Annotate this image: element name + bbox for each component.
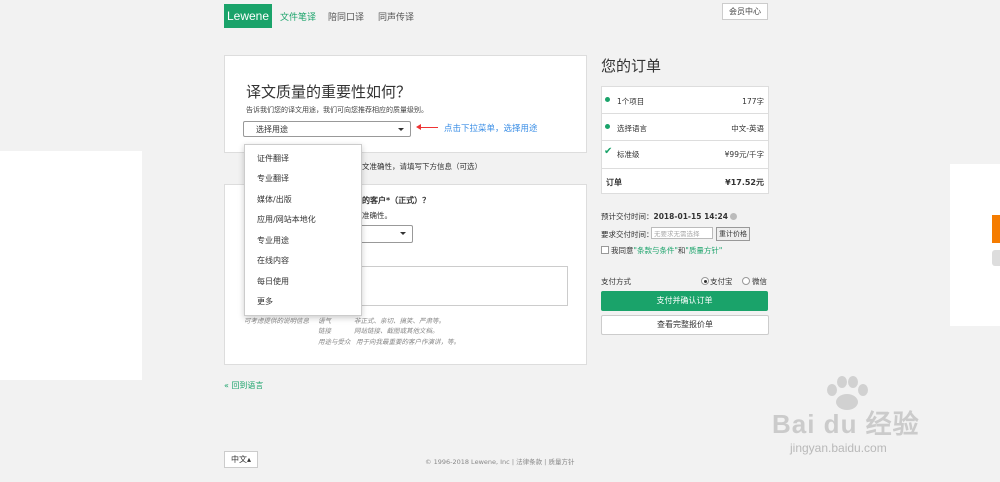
bullet-icon [605, 97, 610, 102]
dropdown-item[interactable]: 每日使用 [257, 276, 289, 287]
audience-question-subtitle: 准确性。 [362, 211, 392, 220]
note-key-audience: 用途与受众 [318, 338, 351, 346]
watermark-text: Bai du 经验 [772, 409, 920, 439]
divider [601, 113, 769, 114]
annotation-arrowhead-icon [416, 124, 421, 130]
wechat-radio[interactable] [742, 277, 750, 285]
bullet-icon [605, 124, 610, 129]
order-total-value: ¥17.52元 [725, 178, 764, 187]
estimated-delivery-label: 预计交付时间： [601, 212, 654, 221]
footer-quality-link[interactable]: 质量方针 [548, 458, 574, 466]
dropdown-item[interactable]: 专业翻译 [257, 173, 289, 184]
back-to-language-link[interactable]: « 回到语言 [224, 380, 263, 391]
view-quote-button[interactable]: 查看完整报价单 [601, 315, 769, 335]
nav-document-translation[interactable]: 文件笔译 [280, 10, 316, 23]
brand-logo[interactable]: Lewene [224, 4, 272, 28]
annotation-hint: 点击下拉菜单，选择用途 [444, 124, 538, 134]
dropdown-item[interactable]: 专业用途 [257, 235, 289, 246]
chevron-down-icon [400, 232, 406, 235]
member-center-button[interactable]: 会员中心 [722, 3, 768, 20]
quality-question-subtitle: 告诉我们您的译文用途，我们可向您推荐相应的质量级别。 [246, 106, 428, 114]
language-switcher[interactable]: 中文▴ [224, 451, 258, 468]
note-value-links: 网站链接、截图或其他文档。 [354, 327, 439, 335]
purpose-select-label: 选择用途 [256, 125, 288, 134]
annotation-arrow-icon [418, 127, 438, 128]
estimated-delivery-value: 2018-01-15 14:24 [653, 212, 728, 221]
order-level-value: ¥99元/千字 [724, 150, 764, 159]
note-value-audience: 用于向我最重要的客户作演讲，等。 [356, 338, 460, 346]
order-total-label: 订单 [606, 178, 622, 187]
purpose-select[interactable]: 选择用途 [243, 121, 411, 137]
checkmark-icon: ✔ [604, 146, 613, 157]
order-level-label: 标准级 [617, 150, 640, 159]
order-title: 您的订单 [601, 57, 662, 75]
dropdown-item[interactable]: 在线内容 [257, 255, 289, 266]
note-value-tone: 非正式、亲切、搞笑、严肃等。 [354, 317, 445, 325]
side-feedback-tab[interactable] [992, 215, 1000, 243]
payment-method-label: 支付方式 [601, 277, 631, 286]
dropdown-item[interactable]: 证件翻译 [257, 153, 289, 164]
divider [601, 140, 769, 141]
order-language-value: 中文-英语 [731, 124, 764, 133]
watermark-url: jingyan.baidu.com [790, 441, 887, 455]
info-icon[interactable] [729, 213, 737, 220]
order-items-label: 1个项目 [617, 97, 645, 106]
instructions-note-label: 可考虑提供的说明信息 [244, 317, 309, 325]
note-key-tone: 语气 [318, 317, 331, 325]
copyright: © 1996-2018 Lewene, Inc [425, 458, 510, 466]
alipay-radio[interactable] [701, 277, 709, 285]
left-side-panel [0, 151, 142, 380]
order-items-value: 177字 [742, 97, 764, 106]
requested-delivery-input[interactable]: 无要求无需选择 [651, 227, 713, 239]
note-key-links: 链接 [318, 327, 331, 335]
agree-text: 我同意"条款与条件"和"质量方针" [611, 245, 722, 256]
estimated-delivery: 预计交付时间：2018-01-15 14:24 [601, 211, 737, 222]
dropdown-item[interactable]: 媒体/出版 [257, 194, 292, 205]
quality-question-title: 译文质量的重要性如何？ [246, 83, 412, 101]
optional-info-line: 文准确性，请填写下方信息（可选） [362, 162, 482, 171]
pay-confirm-button[interactable]: 支付并确认订单 [601, 291, 768, 311]
nav-simultaneous-interpretation[interactable]: 同声传译 [378, 10, 414, 23]
terms-link[interactable]: "条款与条件" [634, 246, 678, 255]
agree-prefix: 我同意 [611, 246, 634, 255]
nav-escort-interpretation[interactable]: 陪同口译 [328, 10, 364, 23]
wechat-label[interactable]: 微信 [752, 276, 767, 287]
footer: © 1996-2018 Lewene, Inc | 法律条款 | 质量方针 [425, 458, 575, 466]
instructions-textarea[interactable] [361, 266, 568, 306]
order-language-label: 选择语言 [617, 124, 647, 133]
recalculate-button[interactable]: 重计价格 [716, 227, 750, 241]
chevron-down-icon [398, 128, 404, 131]
requested-delivery-label: 要求交付时间： [601, 230, 654, 239]
quality-card [224, 55, 587, 153]
quality-policy-link[interactable]: "质量方针" [685, 246, 722, 255]
agree-checkbox[interactable] [601, 246, 609, 254]
alipay-label[interactable]: 支付宝 [710, 276, 733, 287]
right-side-panel [950, 164, 1000, 326]
footer-legal-link[interactable]: 法律条款 [516, 458, 542, 466]
divider [601, 168, 769, 169]
audience-question-title: 的客户*（正式）？ [362, 196, 431, 205]
purpose-dropdown-menu: 证件翻译 专业翻译 媒体/出版 应用/网站本地化 专业用途 在线内容 每日使用 … [244, 144, 362, 316]
dropdown-item[interactable]: 更多 [257, 296, 273, 307]
side-scroll-tab[interactable] [992, 250, 1000, 266]
dropdown-item[interactable]: 应用/网站本地化 [257, 214, 316, 225]
